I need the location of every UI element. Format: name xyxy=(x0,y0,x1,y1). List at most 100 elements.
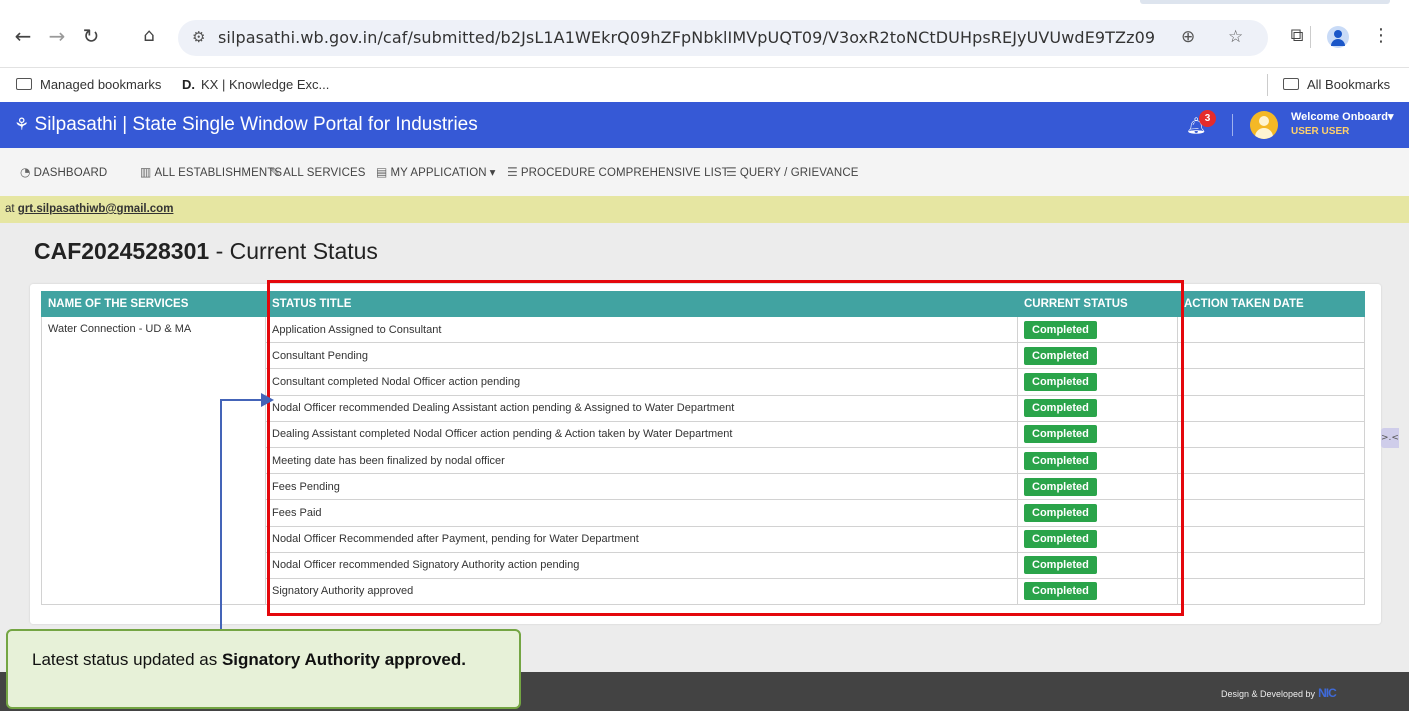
menu-my-application[interactable]: ▤ MY APPLICATION ▾ xyxy=(376,165,496,179)
current-status-cell: Completed xyxy=(1017,499,1178,527)
reload-icon[interactable]: ↻ xyxy=(78,23,104,49)
profile-icon[interactable] xyxy=(1327,26,1349,48)
status-title-cell: Consultant Pending xyxy=(265,342,1018,370)
menu-query-grievance[interactable]: ☰ QUERY / GRIEVANCE xyxy=(726,165,859,179)
avatar[interactable] xyxy=(1250,111,1278,139)
menu-label: ALL SERVICES xyxy=(283,167,366,179)
menu-label: QUERY / GRIEVANCE xyxy=(739,167,859,179)
menu-all-services[interactable]: ✎ ALL SERVICES xyxy=(270,165,366,179)
current-status-cell: Completed xyxy=(1017,446,1178,475)
status-title-cell: Dealing Assistant completed Nodal Office… xyxy=(265,420,1018,448)
menu-dashboard[interactable]: ◔ DASHBOARD xyxy=(20,165,107,179)
star-icon[interactable]: ☆ xyxy=(1228,27,1243,47)
tab-strip-edge xyxy=(1140,0,1390,4)
column-header: NAME OF THE SERVICES xyxy=(41,291,266,317)
menu-procedure-list[interactable]: ☰ PROCEDURE COMPREHENSIVE LIST xyxy=(507,165,729,179)
site-title[interactable]: ⚘ Silpasathi | State Single Window Porta… xyxy=(14,114,478,136)
action-date-cell xyxy=(1177,394,1365,422)
forward-icon[interactable]: → xyxy=(44,23,70,49)
current-status-cell: Completed xyxy=(1017,368,1178,396)
action-date-cell xyxy=(1177,446,1365,475)
logo-icon: ⚘ xyxy=(14,115,30,135)
action-date-cell xyxy=(1177,368,1365,396)
building-icon: ▥ xyxy=(140,165,152,179)
status-badge: Completed xyxy=(1024,477,1097,496)
menu-label: DASHBOARD xyxy=(33,167,108,179)
header-divider xyxy=(1232,114,1233,136)
status-badge: Completed xyxy=(1024,451,1097,470)
status-title-cell: Signatory Authority approved xyxy=(265,577,1018,606)
notification-badge: 3 xyxy=(1199,110,1216,127)
column-header: STATUS TITLE xyxy=(265,291,1018,317)
action-date-cell xyxy=(1177,420,1365,448)
back-icon[interactable]: ← xyxy=(10,23,36,49)
bookmark-label: KX | Knowledge Exc... xyxy=(201,77,330,92)
list-icon: ☰ xyxy=(726,165,737,179)
service-name-cell: Water Connection - UD & MA xyxy=(41,315,266,606)
current-status-cell: Completed xyxy=(1017,551,1178,579)
url-text[interactable]: silpasathi.wb.gov.in/caf/submitted/b2JsL… xyxy=(218,28,1155,47)
user-name: USER USER xyxy=(1291,126,1350,137)
status-badge: Completed xyxy=(1024,320,1097,339)
current-status-cell: Completed xyxy=(1017,342,1178,370)
column-header: ACTION TAKEN DATE xyxy=(1177,291,1365,317)
zoom-icon[interactable]: ⊕ xyxy=(1181,27,1195,47)
current-status-cell: Completed xyxy=(1017,577,1178,606)
bookmark-label: Managed bookmarks xyxy=(40,77,162,92)
folder-icon xyxy=(16,78,32,90)
bookmark-all[interactable]: All Bookmarks xyxy=(1283,77,1390,92)
caf-id: CAF2024528301 xyxy=(34,238,210,264)
address-bar[interactable]: ⚙ silpasathi.wb.gov.in/caf/submitted/b2J… xyxy=(178,20,1268,56)
menu-all-establishments[interactable]: ▥ ALL ESTABLISHMENTS xyxy=(140,165,282,179)
side-panel-toggle[interactable]: >.< xyxy=(1381,428,1399,448)
notice-prefix: at xyxy=(5,203,15,215)
nic-logo: NIC xyxy=(1318,686,1337,700)
extensions-icon[interactable]: ⧉ xyxy=(1284,23,1310,49)
document-icon: ▤ xyxy=(376,165,388,179)
site-title-text: Silpasathi | State Single Window Portal … xyxy=(34,114,478,135)
bookmark-kx[interactable]: D. KX | Knowledge Exc... xyxy=(182,77,329,92)
notice-email-link[interactable]: grt.silpasathiwb@gmail.com xyxy=(18,203,174,215)
status-title-cell: Application Assigned to Consultant xyxy=(265,315,1018,344)
bookmarks-divider xyxy=(1267,74,1268,96)
main-menu: ◔ DASHBOARD ▥ ALL ESTABLISHMENTS ✎ ALL SERV… xyxy=(0,148,1409,196)
status-title-cell: Meeting date has been finalized by nodal… xyxy=(265,446,1018,475)
status-badge: Completed xyxy=(1024,425,1097,444)
site-header: ⚘ Silpasathi | State Single Window Porta… xyxy=(0,102,1409,148)
action-date-cell xyxy=(1177,342,1365,370)
column-header: CURRENT STATUS xyxy=(1017,291,1178,317)
status-title-cell: Nodal Officer recommended Signatory Auth… xyxy=(265,551,1018,579)
action-date-cell xyxy=(1177,577,1365,606)
notice-text: at grt.silpasathiwb@gmail.com xyxy=(5,203,173,215)
page-title-suffix: - Current Status xyxy=(215,238,378,264)
callout-box: Latest status updated as Signatory Autho… xyxy=(6,629,521,709)
current-status-cell: Completed xyxy=(1017,420,1178,448)
current-status-cell: Completed xyxy=(1017,394,1178,422)
menu-label: ALL ESTABLISHMENTS xyxy=(154,167,283,179)
user-menu[interactable]: Welcome Onboard▾ xyxy=(1291,110,1394,123)
status-title-cell: Fees Pending xyxy=(265,473,1018,501)
status-table: NAME OF THE SERVICES STATUS TITLE CURREN… xyxy=(41,291,1365,606)
toolbar-divider xyxy=(1310,26,1311,48)
current-status-cell: Completed xyxy=(1017,473,1178,501)
folder-icon xyxy=(1283,78,1299,90)
bookmarks-bar: Managed bookmarks D. KX | Knowledge Exc..… xyxy=(0,68,1409,102)
bookmark-managed[interactable]: Managed bookmarks xyxy=(16,77,161,92)
callout-connector-line xyxy=(220,399,265,401)
more-icon[interactable]: ⋮ xyxy=(1368,23,1394,49)
status-title-cell: Fees Paid xyxy=(265,499,1018,527)
table-row: Water Connection - UD & MA Application As… xyxy=(41,315,1365,606)
action-date-cell xyxy=(1177,499,1365,527)
menu-label: MY APPLICATION xyxy=(390,167,487,179)
caret-down-icon: ▾ xyxy=(489,167,496,179)
action-date-cell xyxy=(1177,473,1365,501)
status-badge: Completed xyxy=(1024,503,1097,522)
status-title-cell: Nodal Officer Recommended after Payment,… xyxy=(265,525,1018,553)
action-date-cell xyxy=(1177,315,1365,344)
callout-arrow-icon xyxy=(261,393,274,407)
notice-bar: at grt.silpasathiwb@gmail.com xyxy=(0,196,1409,223)
status-badge: Completed xyxy=(1024,346,1097,365)
callout-connector-line xyxy=(220,399,222,629)
home-icon[interactable]: ⌂ xyxy=(136,23,162,49)
site-settings-icon[interactable]: ⚙ xyxy=(192,28,205,46)
